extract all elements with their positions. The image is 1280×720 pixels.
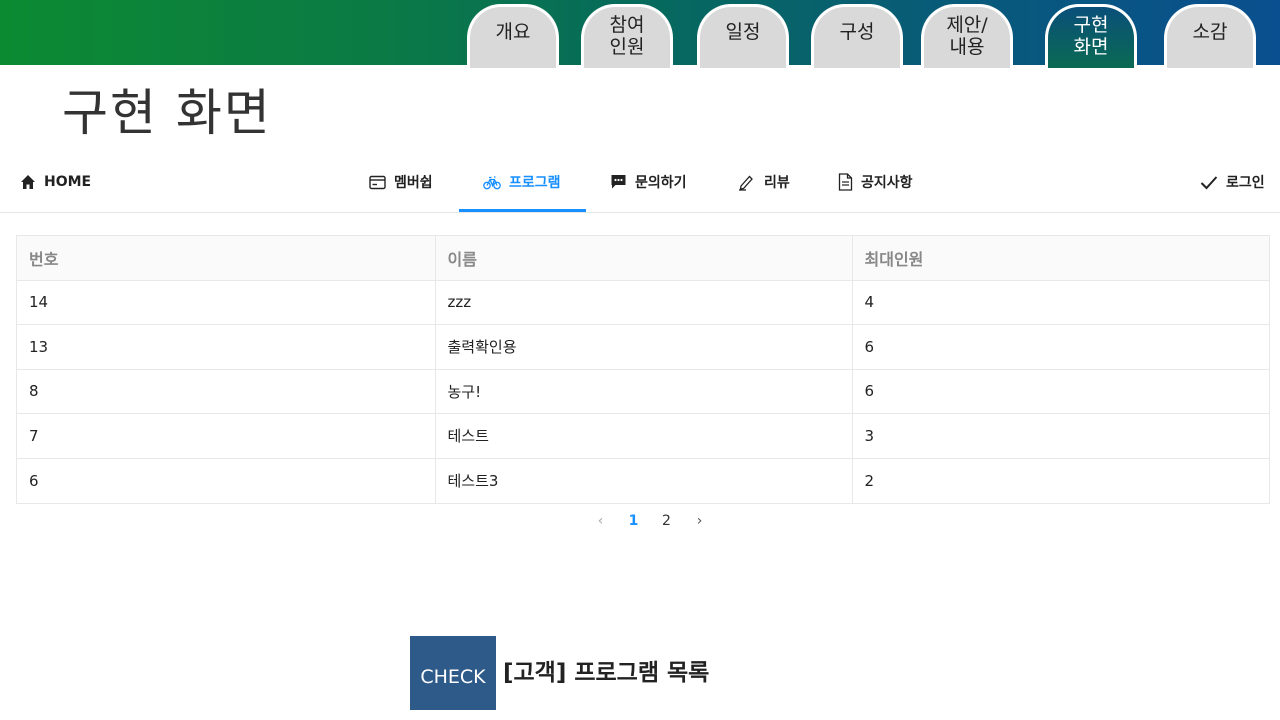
cell-number: 13 [17, 324, 436, 370]
table-row[interactable]: 7 테스트 3 [17, 413, 1269, 459]
slide-tab-implementation[interactable]: 구현 화면 [1045, 4, 1137, 68]
nav-membership-label: 멤버쉽 [394, 175, 433, 191]
nav-home[interactable]: HOME [20, 152, 91, 212]
cell-number: 7 [17, 413, 436, 459]
header-max-members[interactable]: 최대인원 [852, 236, 1269, 281]
cell-name: 농구! [435, 369, 853, 414]
cell-number: 8 [17, 369, 436, 414]
page-title: 구현 화면 [62, 84, 272, 142]
slide-tab-proposal[interactable]: 제안/ 내용 [921, 4, 1013, 68]
cell-max-members: 2 [864, 471, 875, 490]
cell-max-members: 3 [852, 413, 1269, 459]
cell-max-members: 4 [852, 280, 1269, 325]
document-icon [838, 173, 853, 191]
bicycle-icon [483, 175, 501, 189]
slide-tab-members[interactable]: 참여 인원 [581, 4, 673, 68]
nav-inquiry-label: 문의하기 [635, 175, 687, 191]
nav-notice[interactable]: 공지사항 [838, 152, 913, 212]
table-header-row: 번호 이름 최대인원 [17, 236, 1269, 281]
cell-name: 테스트 [435, 413, 853, 459]
page-button-2[interactable]: 2 [650, 513, 683, 529]
cell-number: 14 [17, 280, 436, 325]
slide-banner: 개요 참여 인원 일정 구성 제안/ 내용 구현 화면 소감 [0, 0, 1280, 68]
cell-name: 테스트3 [435, 458, 853, 503]
nav-review-label: 리뷰 [764, 175, 790, 191]
nav-login[interactable]: 로그인 [1200, 152, 1265, 212]
message-icon [611, 175, 626, 189]
cell-name: 출력확인용 [435, 324, 853, 370]
nav-login-label: 로그인 [1226, 175, 1265, 191]
check-caption: [고객] 프로그램 목록 [503, 660, 710, 686]
pagination: ‹ 1 2 › [584, 510, 716, 532]
slide-tab-overview[interactable]: 개요 [467, 4, 559, 68]
cell-number: 6 [17, 458, 436, 503]
pencil-icon [739, 175, 753, 191]
next-page-button[interactable]: › [683, 513, 716, 529]
prev-page-button[interactable]: ‹ [584, 513, 617, 529]
nav-notice-label: 공지사항 [861, 175, 913, 191]
home-icon [21, 175, 35, 189]
slide-tab-review[interactable]: 소감 [1164, 4, 1256, 68]
page-button-1[interactable]: 1 [617, 513, 650, 529]
nav-inquiry[interactable]: 문의하기 [610, 152, 687, 212]
check-icon [1200, 175, 1218, 189]
cell-max-members: 6 [852, 369, 1269, 414]
header-name[interactable]: 이름 [435, 236, 853, 281]
table-row[interactable]: 8 농구! 6 [17, 369, 1269, 414]
table-row[interactable]: 6 테스트3 2 [17, 458, 1269, 503]
nav-review[interactable]: 리뷰 [738, 152, 790, 212]
nav-program[interactable]: 프로그램 [483, 152, 561, 212]
active-tab-indicator [459, 209, 586, 212]
program-table: 번호 이름 최대인원 14 zzz 4 13 출력확인용 6 8 농구! 6 7… [16, 235, 1270, 504]
slide-tab-schedule[interactable]: 일정 [697, 4, 789, 68]
header-number[interactable]: 번호 [17, 236, 436, 281]
nav-program-label: 프로그램 [509, 175, 561, 191]
main-nav: HOME 멤버쉽 프로그램 문의하기 리뷰 공지사항 로그인 [0, 152, 1280, 213]
check-badge: CHECK [410, 636, 496, 710]
nav-home-label: HOME [44, 174, 92, 190]
cell-name: zzz [435, 280, 853, 325]
slide-tab-structure[interactable]: 구성 [811, 4, 903, 68]
nav-membership[interactable]: 멤버쉽 [369, 152, 433, 212]
card-icon [369, 175, 386, 189]
cell-max-members: 6 [852, 324, 1269, 370]
table-row[interactable]: 14 zzz 4 [17, 280, 1269, 325]
table-row[interactable]: 13 출력확인용 6 [17, 324, 1269, 370]
